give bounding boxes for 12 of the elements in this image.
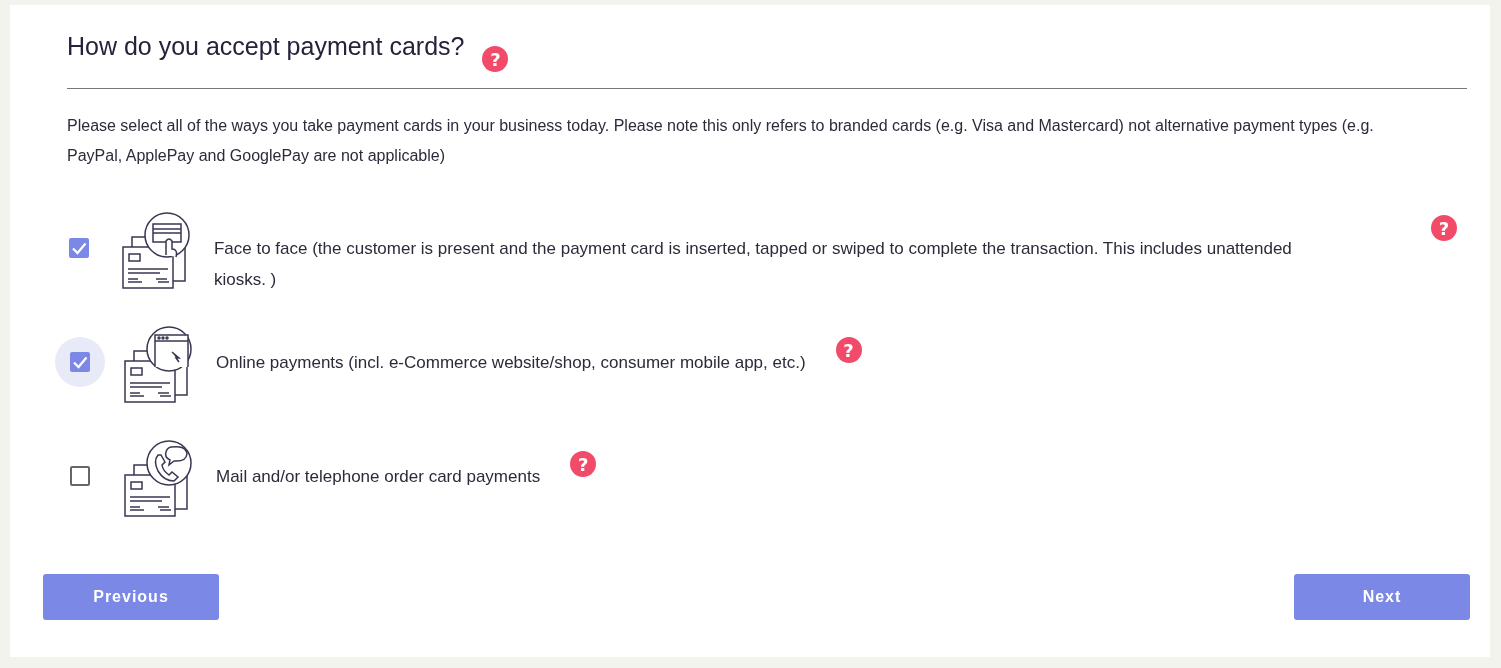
previous-button[interactable]: Previous [43, 574, 219, 620]
help-icon[interactable]: ? [482, 46, 509, 72]
option-label: Online payments (incl. e-Commerce website/shop, consumer mobile app, etc.) [216, 352, 806, 374]
option-label: Face to face (the customer is present and the payment card is inserted, tapped or swiped to complete the transaction. This includes unattended kiosks. ) [213, 238, 1293, 291]
checkbox[interactable] [55, 337, 105, 387]
help-icon[interactable]: ? [570, 451, 597, 477]
page-title: How do you accept payment cards? [67, 32, 465, 61]
next-button[interactable]: Next [1294, 574, 1470, 620]
help-icon[interactable]: ? [1431, 215, 1457, 241]
instruction-text: Please select all of the ways you take payment cards in your business today. Please note this only refers to branded cards (e.g. Visa and Mastercard) not alternative payment types (e.g. PayPal, ApplePay and GooglePay are not applicable) [67, 116, 1375, 166]
option-label: Mail and/or telephone order card payments [216, 466, 541, 488]
help-icon[interactable]: ? [835, 337, 862, 363]
